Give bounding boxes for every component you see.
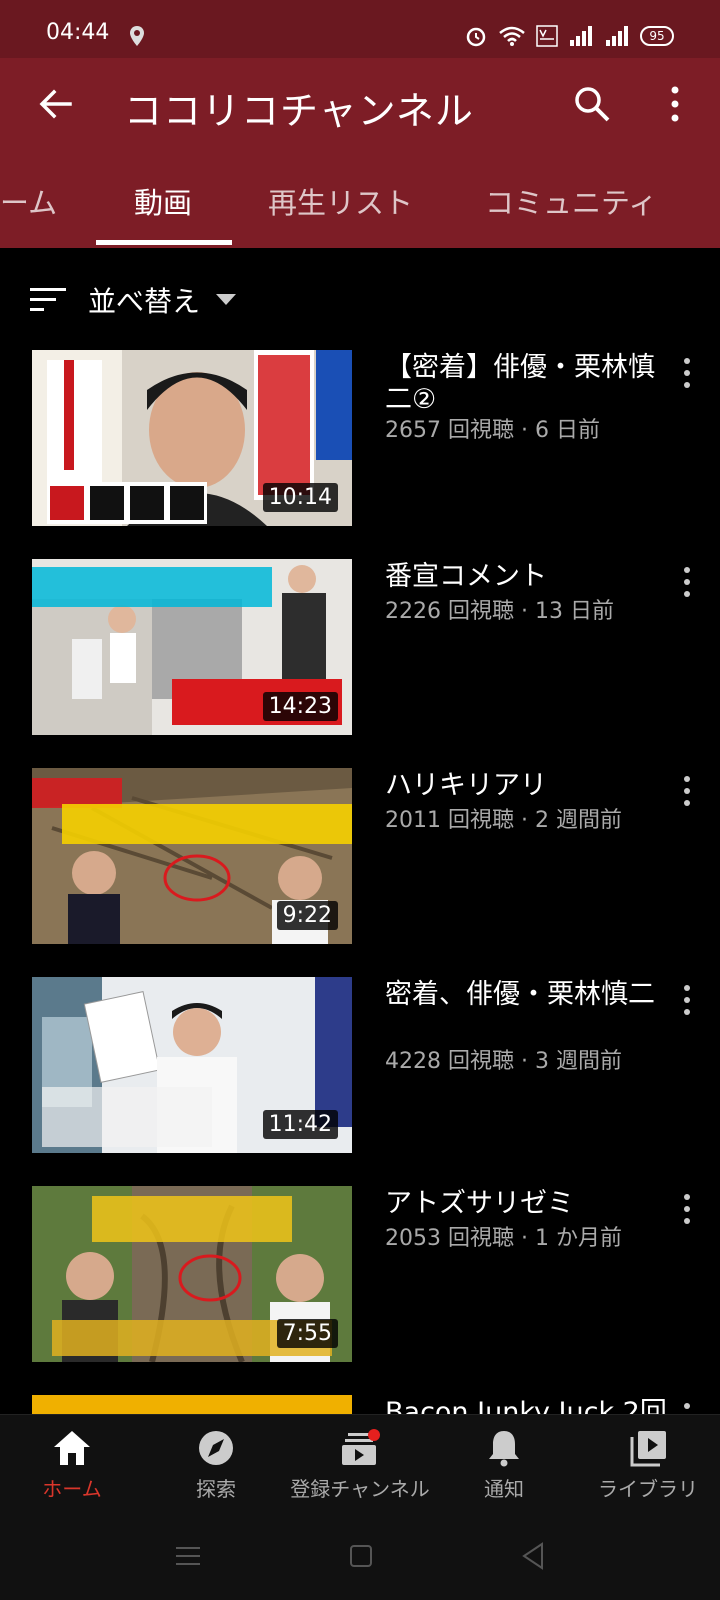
video-thumbnail[interactable]: 10:14 <box>32 350 352 526</box>
more-vert-icon[interactable] <box>680 774 694 808</box>
video-thumbnail[interactable] <box>32 1395 352 1414</box>
channel-header: 04:44 95 ココリコチャンネル ーム 動画 再生リスト コミュニティ <box>0 0 720 248</box>
active-tab-indicator <box>96 240 232 245</box>
signal-icon <box>570 26 592 46</box>
library-icon <box>630 1431 666 1467</box>
channel-title: ココリコチャンネル <box>124 89 474 133</box>
video-item[interactable]: 10:14 【密着】俳優・栗林慎二② 2657 回視聴 · 6 日前 <box>0 350 720 530</box>
alarm-icon <box>466 27 486 47</box>
video-title[interactable]: 密着、俳優・栗林慎二 <box>385 979 655 1011</box>
video-item[interactable]: Bacon Junky Juck 2回 <box>0 1395 720 1414</box>
more-vert-icon[interactable] <box>660 82 690 126</box>
video-duration: 9:22 <box>276 901 338 930</box>
video-thumbnail[interactable]: 7:55 <box>32 1186 352 1362</box>
video-duration: 7:55 <box>276 1319 338 1348</box>
nav-label: ホーム <box>42 1477 102 1501</box>
more-vert-icon[interactable] <box>680 565 694 599</box>
explore-icon <box>199 1431 233 1465</box>
video-item[interactable]: 9:22 ハリキリアリ 2011 回視聴 · 2 週間前 <box>0 768 720 948</box>
video-thumbnail[interactable]: 9:22 <box>32 768 352 944</box>
system-navigation-bar <box>0 1514 720 1600</box>
nav-label: ライブラリ <box>598 1477 698 1501</box>
nav-explore[interactable]: 探索 <box>144 1429 288 1502</box>
nav-label: 登録チャンネル <box>290 1477 430 1501</box>
sort-label: 並べ替え <box>88 285 201 318</box>
video-meta: 2657 回視聴 · 6 日前 <box>385 418 600 443</box>
video-meta: 2053 回視聴 · 1 か月前 <box>385 1226 622 1251</box>
nav-home[interactable]: ホーム <box>0 1429 144 1502</box>
home-button-icon[interactable] <box>349 1544 373 1568</box>
nav-label: 探索 <box>196 1477 236 1501</box>
sort-icon <box>30 288 66 311</box>
video-duration: 14:23 <box>262 692 338 721</box>
back-button-icon[interactable] <box>520 1542 544 1570</box>
sort-button[interactable]: 並べ替え <box>0 270 720 330</box>
video-meta: 4228 回視聴 · 3 週間前 <box>385 1049 622 1074</box>
volte-icon <box>536 25 558 47</box>
subscriptions-icon <box>342 1429 380 1465</box>
more-vert-icon[interactable] <box>680 1192 694 1226</box>
recent-apps-icon[interactable] <box>176 1544 200 1568</box>
home-icon <box>54 1431 90 1465</box>
video-title[interactable]: アトズサリゼミ <box>385 1188 655 1220</box>
battery-icon: 95 <box>640 26 674 46</box>
video-item[interactable]: 11:42 密着、俳優・栗林慎二 4228 回視聴 · 3 週間前 <box>0 977 720 1157</box>
back-arrow-icon[interactable] <box>34 82 78 126</box>
wifi-icon <box>499 26 525 46</box>
video-title[interactable]: Bacon Junky Juck 2回 <box>385 1397 667 1414</box>
video-title[interactable]: 【密着】俳優・栗林慎二② <box>385 352 655 416</box>
video-thumbnail[interactable]: 11:42 <box>32 977 352 1153</box>
video-duration: 11:42 <box>262 1110 338 1139</box>
bottom-navigation: ホーム 探索 登録チャンネル 通知 ライブラリ <box>0 1414 720 1514</box>
tab-community[interactable]: コミュニティ <box>485 180 657 222</box>
video-title[interactable]: 番宣コメント <box>385 561 655 593</box>
caret-down-icon <box>216 294 236 305</box>
video-item[interactable]: 14:23 番宣コメント 2226 回視聴 · 13 日前 <box>0 559 720 739</box>
video-title[interactable]: ハリキリアリ <box>385 770 655 802</box>
tab-playlists[interactable]: 再生リスト <box>268 180 413 222</box>
nav-label: 通知 <box>484 1477 524 1501</box>
nav-notifications[interactable]: 通知 <box>432 1429 576 1502</box>
tab-home[interactable]: ーム <box>0 180 57 222</box>
tab-videos[interactable]: 動画 <box>134 180 192 222</box>
status-icons: 95 <box>464 22 674 50</box>
bell-icon <box>489 1431 519 1467</box>
video-thumbnail[interactable]: 14:23 <box>32 559 352 735</box>
location-icon <box>130 26 144 46</box>
status-bar: 04:44 95 <box>0 0 720 58</box>
thumbnail-image <box>32 1395 352 1414</box>
channel-tabs: ーム 動画 再生リスト コミュニティ <box>0 160 720 248</box>
more-vert-icon[interactable] <box>680 983 694 1017</box>
video-duration: 10:14 <box>262 483 338 512</box>
video-meta: 2011 回視聴 · 2 週間前 <box>385 808 622 833</box>
status-time: 04:44 <box>46 20 110 45</box>
app-bar: ココリコチャンネル <box>0 58 720 150</box>
signal-icon <box>606 26 628 46</box>
nav-library[interactable]: ライブラリ <box>576 1429 720 1502</box>
nav-subscriptions[interactable]: 登録チャンネル <box>288 1429 432 1502</box>
more-vert-icon[interactable] <box>680 1401 694 1414</box>
search-icon[interactable] <box>570 82 614 126</box>
more-vert-icon[interactable] <box>680 356 694 390</box>
video-meta: 2226 回視聴 · 13 日前 <box>385 599 614 624</box>
video-item[interactable]: 7:55 アトズサリゼミ 2053 回視聴 · 1 か月前 <box>0 1186 720 1366</box>
